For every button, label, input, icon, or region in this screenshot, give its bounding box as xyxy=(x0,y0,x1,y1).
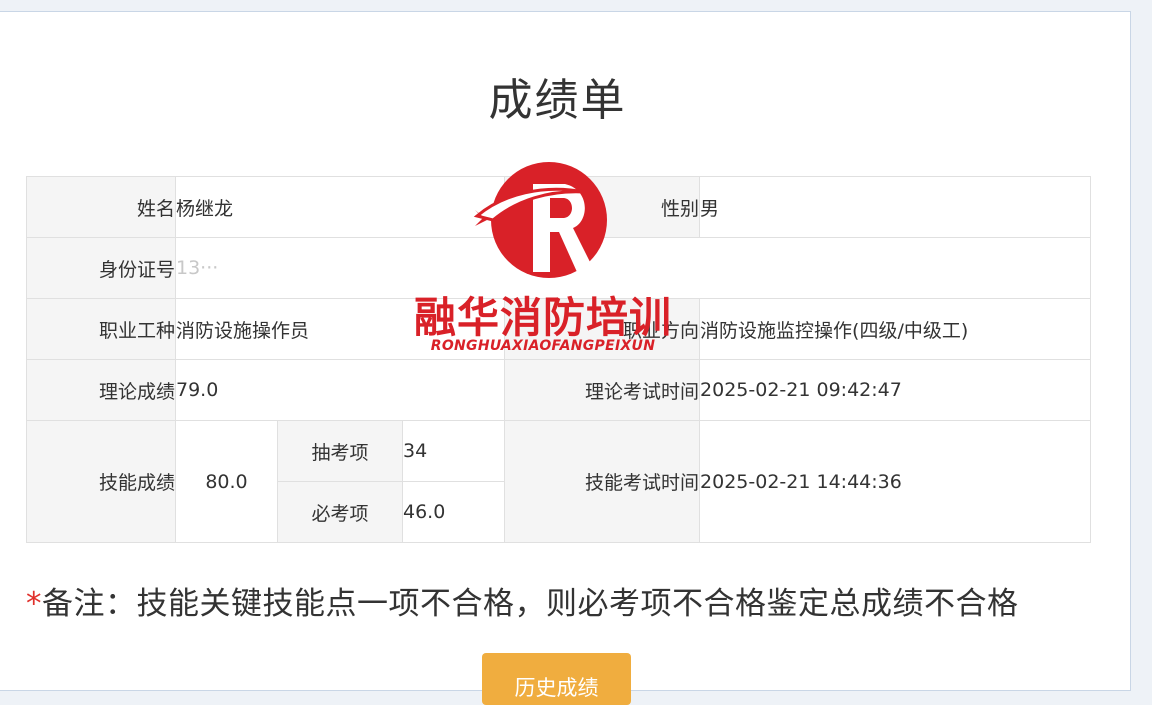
transcript-card: 成绩单 姓名 杨继龙 性别 男 身份证号 13··· 职业工种 消防设施操作员 … xyxy=(0,11,1131,705)
required-item-label: 必考项 xyxy=(277,481,403,543)
gender-value: 男 xyxy=(699,176,1092,238)
table-row: 身份证号 13··· xyxy=(26,237,1092,299)
theory-score-value: 79.0 xyxy=(174,359,506,421)
theory-time-label: 理论考试时间 xyxy=(504,359,701,421)
table-row: 职业工种 消防设施操作员 职业方向 消防设施监控操作(四级/中级工) xyxy=(26,298,1092,360)
skill-score-value: 80.0 xyxy=(175,420,278,543)
skill-time-value: 2025-02-21 14:44:36 xyxy=(699,420,1092,543)
id-label: 身份证号 xyxy=(26,237,176,299)
direction-value: 消防设施监控操作(四级/中级工) xyxy=(699,298,1092,360)
skill-time-label: 技能考试时间 xyxy=(504,420,701,543)
theory-score-label: 理论成绩 xyxy=(26,359,176,421)
remark-text: 备注：技能关键技能点一项不合格，则必考项不合格鉴定总成绩不合格 xyxy=(42,586,1019,622)
table-row: 姓名 杨继龙 性别 男 xyxy=(26,176,1092,238)
table-row: 技能成绩 80.0 抽考项 34 技能考试时间 2025-02-21 14:44… xyxy=(26,420,1092,543)
name-label: 姓名 xyxy=(26,176,176,238)
table-row: 理论成绩 79.0 理论考试时间 2025-02-21 09:42:47 xyxy=(26,359,1092,421)
skill-score-label: 技能成绩 xyxy=(26,420,176,543)
gender-label: 性别 xyxy=(504,176,701,238)
theory-time-value: 2025-02-21 09:42:47 xyxy=(699,359,1092,421)
id-value-redacted: 13··· xyxy=(174,237,1092,299)
direction-label: 职业方向 xyxy=(504,298,701,360)
required-star: * xyxy=(26,586,42,622)
random-item-value: 34 xyxy=(401,420,506,482)
random-item-label: 抽考项 xyxy=(277,420,403,482)
transcript-table: 姓名 杨继龙 性别 男 身份证号 13··· 职业工种 消防设施操作员 职业方向… xyxy=(26,176,1092,543)
page-title: 成绩单 xyxy=(488,75,627,126)
occupation-label: 职业工种 xyxy=(26,298,176,360)
remark-note: *备注：技能关键技能点一项不合格，则必考项不合格鉴定总成绩不合格 xyxy=(26,578,1019,623)
history-scores-button[interactable]: 历史成绩 xyxy=(482,653,631,705)
name-value: 杨继龙 xyxy=(174,176,506,238)
occupation-value: 消防设施操作员 xyxy=(174,298,506,360)
required-item-value: 46.0 xyxy=(401,481,506,543)
